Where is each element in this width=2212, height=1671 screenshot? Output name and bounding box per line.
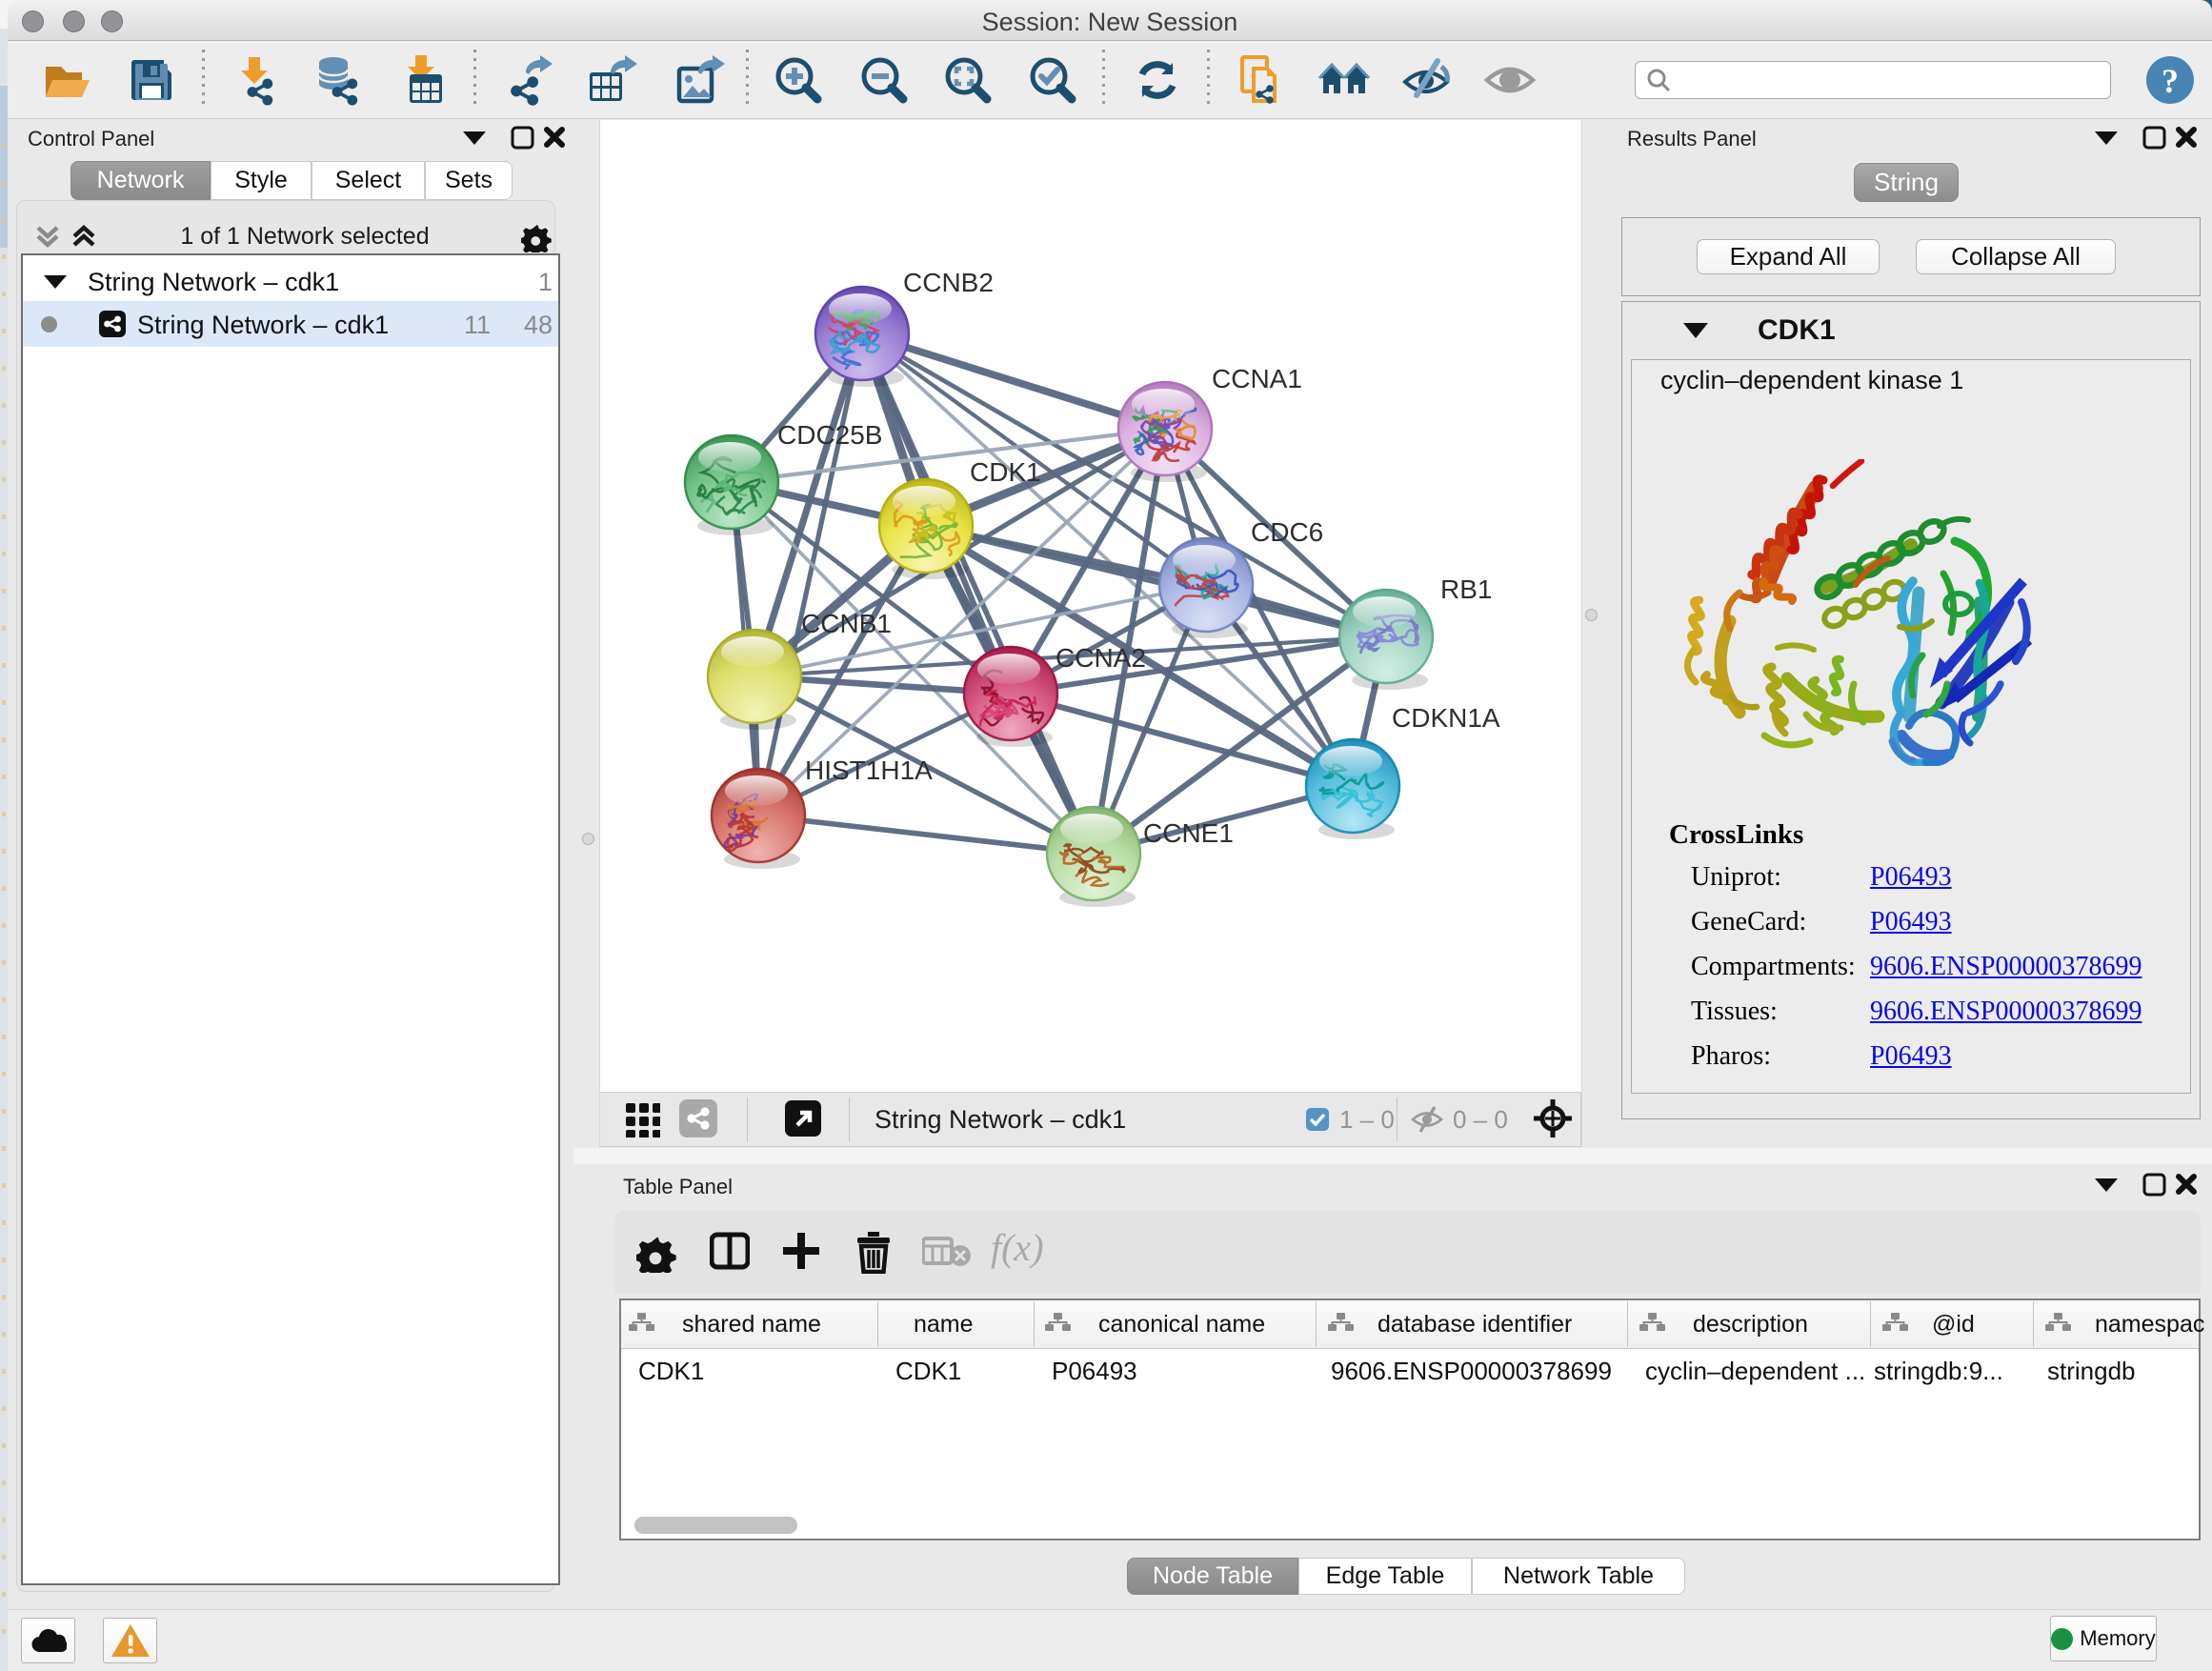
svg-text:?: ? [2162,62,2179,100]
svg-text:CDK1: CDK1 [970,457,1041,487]
svg-text:CDKN1A: CDKN1A [1392,703,1500,733]
svg-text:CCNB1: CCNB1 [801,609,892,638]
svg-text:RB1: RB1 [1440,574,1492,604]
svg-text:HIST1H1A: HIST1H1A [805,755,933,785]
svg-text:CCNB2: CCNB2 [903,268,994,297]
svg-text:CDC6: CDC6 [1251,517,1323,547]
svg-text:CDC25B: CDC25B [777,420,882,450]
svg-text:CCNA2: CCNA2 [1056,643,1146,673]
svg-text:CCNE1: CCNE1 [1143,818,1234,848]
svg-text:CCNA1: CCNA1 [1212,364,1302,393]
